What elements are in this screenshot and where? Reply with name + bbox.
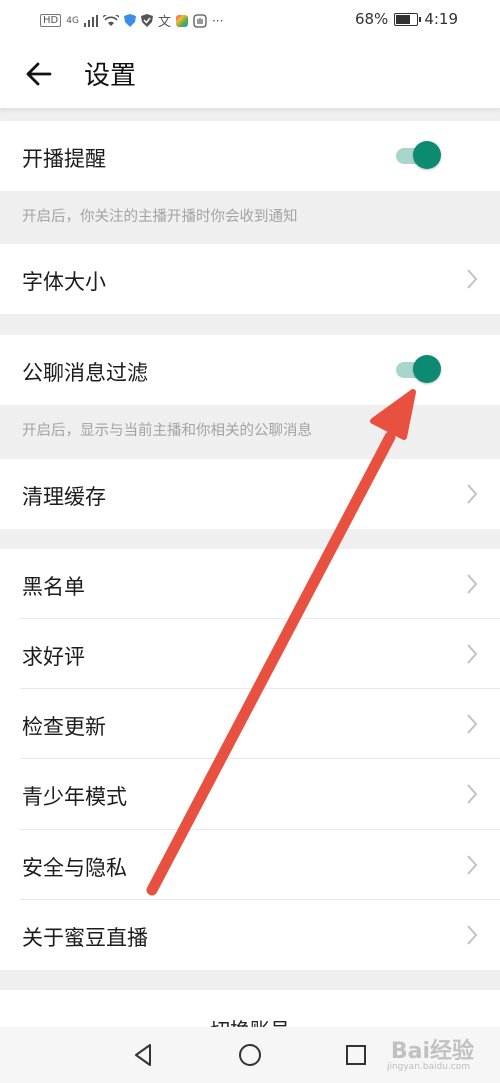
chevron-right-icon [467,574,478,594]
battery-icon [394,12,422,26]
chevron-right-icon [467,855,478,875]
teen-mode-label: 青少年模式 [22,785,127,809]
about-label: 关于蜜豆直播 [22,926,148,950]
more-notifications-icon: ··· [211,13,224,28]
live-reminder-hint: 开启后，你关注的主播开播时你会收到通知 [22,209,298,225]
switch-account-button[interactable]: 切换账号 [0,990,500,1027]
status-bar: HD 4G 文 ··· 68% 4:19 [0,0,500,38]
network-indicator: 4G [66,15,79,26]
square-recents-icon[interactable] [342,1041,370,1069]
chevron-right-icon [467,269,478,289]
check-update-label: 检查更新 [22,715,106,739]
app-header: 设置 [0,38,500,109]
clock: 4:19 [424,10,458,28]
shield-check-icon [140,14,153,27]
public-chat-filter-row: 公聊消息过滤 [0,335,500,405]
live-reminder-label: 开播提醒 [22,147,106,171]
live-reminder-hint-row: 开启后，你关注的主播开播时你会收到通知 [0,191,500,244]
clear-cache-row[interactable]: 清理缓存 [0,459,500,529]
toggle-knob [413,355,441,383]
translate-icon: 文 [157,15,171,30]
arrow-left-icon [26,62,52,86]
rate-us-label: 求好评 [22,645,85,669]
font-size-label: 字体大小 [22,270,106,294]
shield-blue-icon [123,14,136,27]
watermark-url: jingyan.baidu.com [386,1062,470,1072]
live-reminder-row: 开播提醒 [0,121,500,191]
battery-percent: 68% [354,10,389,28]
chevron-right-icon [467,484,478,504]
teen-mode-row[interactable]: 青少年模式 [0,759,500,830]
app-notification-icon [175,14,188,27]
public-chat-filter-toggle[interactable] [396,354,442,386]
hd-indicator: HD [40,14,62,27]
public-chat-filter-label: 公聊消息过滤 [22,361,148,385]
status-left: HD 4G 文 ··· [40,11,223,30]
triangle-back-icon[interactable] [130,1041,158,1069]
wifi-icon [102,14,119,26]
chevron-right-icon [467,784,478,804]
page-title: 设置 [84,61,137,91]
security-privacy-label: 安全与隐私 [22,856,127,880]
live-reminder-toggle[interactable] [396,140,442,172]
watermark: Bai经验 [390,1039,474,1064]
public-chat-filter-hint: 开启后，显示与当前主播和你相关的公聊消息 [22,423,312,439]
security-privacy-row[interactable]: 安全与隐私 [0,830,500,900]
chevron-right-icon [467,714,478,734]
switch-account-label: 切换账号 [210,1018,290,1027]
rate-us-row[interactable]: 求好评 [0,619,500,689]
circle-home-icon[interactable] [236,1041,264,1069]
public-chat-filter-hint-row: 开启后，显示与当前主播和你相关的公聊消息 [0,405,500,459]
status-right: 68% 4:19 [355,10,458,28]
about-row[interactable]: 关于蜜豆直播 [0,900,500,970]
blacklist-label: 黑名单 [22,575,85,599]
hand-icon [193,13,207,28]
signal-icon [83,14,98,27]
font-size-row[interactable]: 字体大小 [0,244,500,314]
back-button[interactable] [22,56,58,92]
clear-cache-label: 清理缓存 [22,485,106,509]
blacklist-row[interactable]: 黑名单 [0,549,500,619]
check-update-row[interactable]: 检查更新 [0,689,500,759]
toggle-knob [413,141,441,169]
chevron-right-icon [467,925,478,945]
battery-fill [396,14,410,24]
chevron-right-icon [467,644,478,664]
